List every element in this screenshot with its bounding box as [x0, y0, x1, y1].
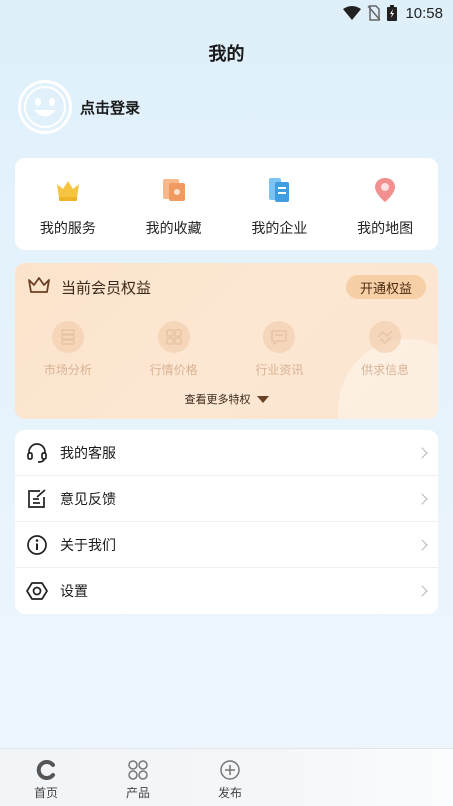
info-icon — [26, 534, 48, 556]
perk-label: 市场分析 — [43, 363, 92, 377]
tab-label: 产品 — [125, 786, 150, 800]
menu-item-label: 关于我们 — [60, 537, 116, 554]
quick-link-label: 我的企业 — [251, 221, 308, 237]
quick-link-my-enterprise[interactable]: 我的企业 — [227, 158, 333, 250]
headset-icon — [26, 442, 48, 464]
database-icon — [51, 321, 84, 353]
menu-item-settings[interactable]: 设置 — [15, 568, 438, 614]
products-grid-icon — [127, 759, 149, 781]
menu-item-label: 设置 — [60, 584, 88, 600]
perk-market-prices[interactable]: 行情价格 — [121, 321, 227, 378]
more-privileges-label: 查看更多特权 — [184, 393, 251, 406]
menu-item-customer-service[interactable]: 我的客服 — [15, 430, 438, 476]
map-pin-icon — [371, 176, 399, 204]
publish-plus-icon — [219, 759, 241, 781]
feedback-edit-icon — [26, 488, 48, 510]
page-title: 我的 — [208, 44, 245, 65]
quick-links-card: 我的服务 我的收藏 我的企业 我的地图 — [15, 158, 438, 250]
login-row[interactable]: 点击登录 — [18, 80, 140, 134]
menu-item-about-us[interactable]: 关于我们 — [15, 522, 438, 568]
membership-title: 当前会员权益 — [61, 278, 152, 297]
quick-link-my-map[interactable]: 我的地图 — [332, 158, 438, 250]
wifi-icon — [343, 6, 362, 20]
quick-link-label: 我的收藏 — [145, 221, 202, 237]
quick-link-label: 我的服务 — [39, 221, 96, 237]
battery-icon — [387, 5, 398, 21]
bookmark-icon — [160, 176, 188, 204]
chevron-right-icon — [416, 538, 428, 551]
avatar[interactable] — [18, 80, 72, 134]
quick-link-my-services[interactable]: 我的服务 — [15, 158, 121, 250]
smiley-avatar-icon — [24, 86, 66, 128]
home-c-icon — [35, 759, 57, 781]
settings-hex-icon — [26, 580, 48, 602]
tab-publish[interactable]: 发布 — [184, 749, 276, 806]
perk-label: 行情价格 — [149, 363, 198, 377]
menu-item-label: 我的客服 — [60, 445, 116, 462]
tab-label: 发布 — [217, 786, 242, 800]
perk-industry-news[interactable]: 行业资讯 — [227, 321, 333, 378]
no-sim-icon — [367, 5, 382, 21]
bottom-tab-bar: 首页 产品 发布 — [0, 748, 453, 806]
status-time: 10:58 — [405, 4, 443, 22]
quick-link-label: 我的地图 — [357, 221, 414, 237]
more-privileges-link[interactable]: 查看更多特权 — [15, 391, 438, 407]
handshake-icon — [369, 321, 402, 353]
perk-row: 市场分析 行情价格 行业资讯 供求信息 — [15, 321, 438, 378]
perk-label: 行业资讯 — [255, 363, 304, 377]
grid-icon — [157, 321, 190, 353]
chevron-right-icon — [416, 492, 428, 505]
status-bar: 10:58 — [0, 0, 453, 26]
perk-market-analysis[interactable]: 市场分析 — [15, 321, 121, 378]
perk-label: 供求信息 — [361, 363, 410, 377]
tab-products[interactable]: 产品 — [92, 749, 184, 806]
crown-outline-icon — [27, 275, 51, 299]
login-label[interactable]: 点击登录 — [80, 97, 140, 118]
quick-link-my-favorites[interactable]: 我的收藏 — [121, 158, 227, 250]
perk-supply-demand[interactable]: 供求信息 — [332, 321, 438, 378]
chevron-right-icon — [416, 585, 428, 597]
tab-home[interactable]: 首页 — [0, 749, 92, 806]
crown-service-icon — [54, 176, 82, 204]
message-icon — [263, 321, 296, 353]
tab-label: 首页 — [33, 786, 58, 800]
triangle-down-icon — [256, 395, 269, 403]
chevron-right-icon — [416, 446, 428, 459]
menu-list: 我的客服 意见反馈 关于我们 设置 — [15, 430, 438, 614]
membership-header: 当前会员权益 — [27, 275, 151, 299]
menu-item-label: 意见反馈 — [60, 491, 116, 508]
menu-item-feedback[interactable]: 意见反馈 — [15, 476, 438, 522]
membership-card: 当前会员权益 开通权益 市场分析 行情价格 行业资讯 供求信息 查看更多特权 — [15, 263, 438, 419]
open-benefits-button[interactable]: 开通权益 — [346, 275, 426, 299]
enterprise-doc-icon — [265, 176, 293, 204]
